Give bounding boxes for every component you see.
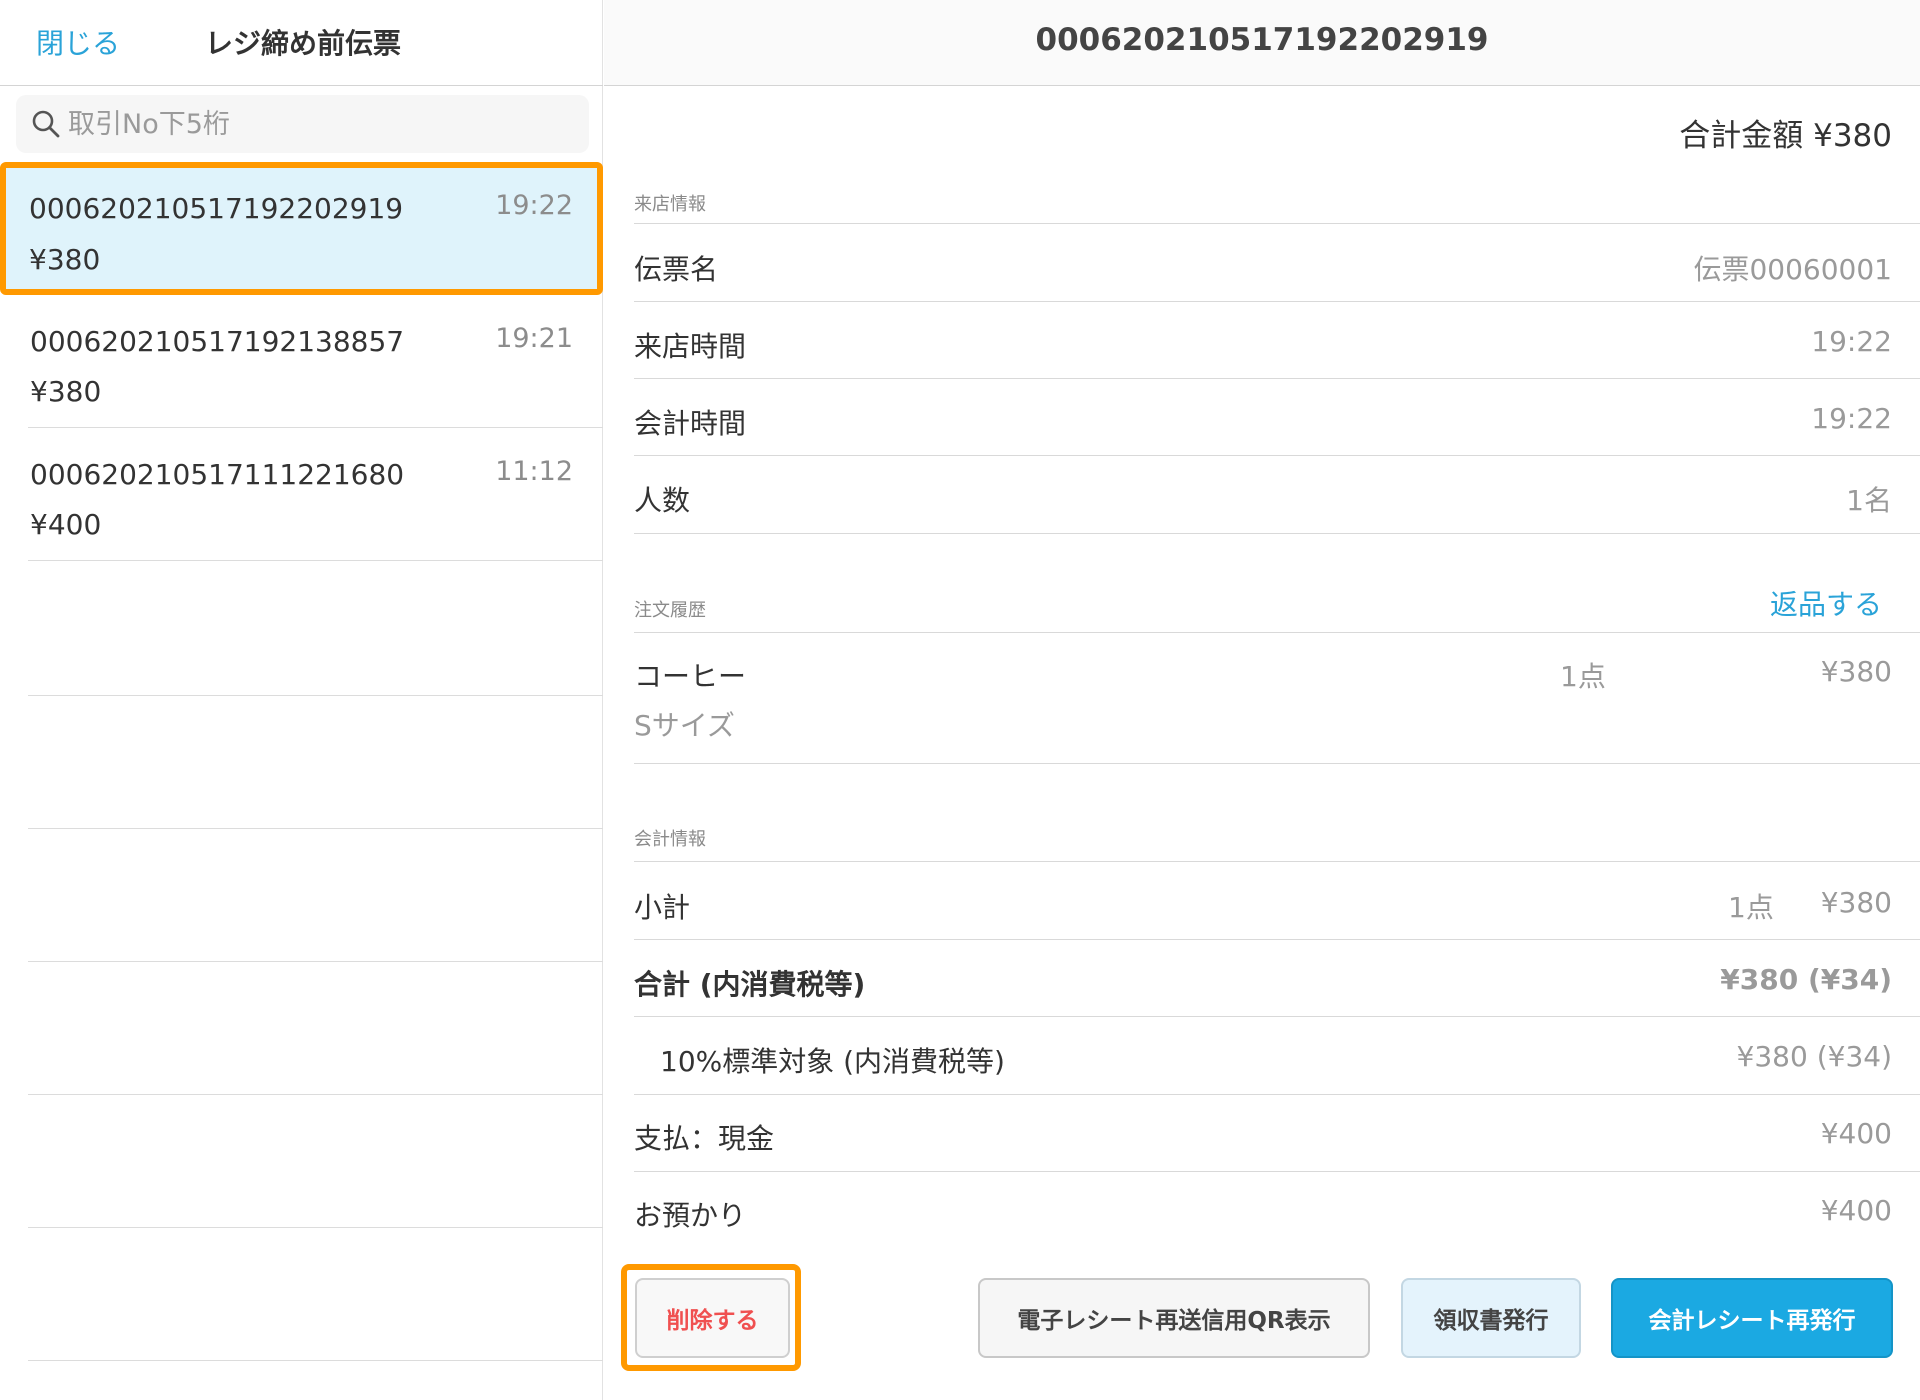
row-value-slip-name: 伝票00060001 xyxy=(1693,253,1892,286)
delete-button[interactable]: 削除する xyxy=(635,1278,790,1358)
reissue-receipt-button[interactable]: 会計レシート再発行 xyxy=(1611,1278,1893,1358)
subtotal-value: ¥380 xyxy=(1820,886,1892,919)
tax-value: ¥380 (¥34) xyxy=(1736,1040,1892,1073)
payment-value: ¥400 xyxy=(1820,1117,1892,1150)
slip-number: 000620210517192202919 xyxy=(29,192,404,225)
divider xyxy=(634,1171,1920,1172)
search-icon xyxy=(32,110,60,138)
order-item-qty: 1点 xyxy=(1560,660,1606,693)
slip-number: 000620210517111221680 xyxy=(30,458,405,491)
payment-label: 支払：現金 xyxy=(634,1122,775,1155)
tax-label: 10%標準対象 (内消費税等) xyxy=(660,1045,1005,1078)
row-label-checkout-time: 会計時間 xyxy=(634,407,747,440)
deposit-value: ¥400 xyxy=(1820,1194,1892,1227)
return-button[interactable]: 返品する xyxy=(1770,583,1882,623)
slip-list: 000620210517192202919 ¥380 19:22 0006202… xyxy=(0,162,603,561)
total-value: ¥380 (¥34) xyxy=(1720,963,1892,996)
detail-header: 000620210517192202919 xyxy=(604,0,1920,86)
slip-row[interactable]: 000620210517192138857 ¥380 19:21 xyxy=(28,295,603,428)
order-item-option: Sサイズ xyxy=(634,709,735,742)
row-label-slip-name: 伝票名 xyxy=(634,253,719,286)
close-button[interactable]: 閉じる xyxy=(36,22,120,62)
order-item-name: コーヒー xyxy=(634,660,747,693)
search-input[interactable] xyxy=(68,95,568,153)
divider xyxy=(634,533,1920,534)
search-box[interactable] xyxy=(16,95,589,153)
total-label: 合計 (内消費税等) xyxy=(634,968,866,1001)
order-item-price: ¥380 xyxy=(1820,655,1892,688)
empty-row xyxy=(28,696,603,829)
row-value-checkout-time: 19:22 xyxy=(1811,402,1892,435)
slip-amount: ¥400 xyxy=(30,508,102,541)
subtotal-qty: 1点 xyxy=(1728,891,1774,924)
divider xyxy=(634,378,1920,379)
slip-number: 000620210517192138857 xyxy=(30,325,405,358)
empty-row xyxy=(28,1228,603,1361)
panel-title: レジ締め前伝票 xyxy=(205,27,402,60)
left-header: 閉じる レジ締め前伝票 xyxy=(0,0,603,86)
row-value-guests: 1名 xyxy=(1846,484,1892,517)
slip-amount: ¥380 xyxy=(30,375,102,408)
row-label-guests: 人数 xyxy=(634,484,691,517)
divider xyxy=(634,939,1920,940)
slip-amount: ¥380 xyxy=(29,243,101,276)
empty-row xyxy=(28,563,603,696)
row-value-visit-time: 19:22 xyxy=(1811,325,1892,358)
row-label-visit-time: 来店時間 xyxy=(634,330,747,363)
slip-list-panel: 閉じる レジ締め前伝票 000620210517192202919 ¥380 1… xyxy=(0,0,603,1400)
empty-row xyxy=(28,962,603,1095)
divider xyxy=(634,223,1920,224)
slip-time: 19:21 xyxy=(495,323,573,354)
divider xyxy=(634,455,1920,456)
detail-title: 000620210517192202919 xyxy=(1035,22,1489,58)
total-amount: 合計金額 ¥380 xyxy=(1679,118,1892,154)
empty-row xyxy=(28,829,603,962)
section-label-visit: 来店情報 xyxy=(634,194,706,215)
divider xyxy=(634,301,1920,302)
empty-list-rows xyxy=(28,563,603,1361)
subtotal-label: 小計 xyxy=(634,891,691,924)
slip-time: 11:12 xyxy=(495,456,573,487)
section-label-payment: 会計情報 xyxy=(634,829,706,850)
divider xyxy=(634,1016,1920,1017)
slip-row[interactable]: 000620210517111221680 ¥400 11:12 xyxy=(28,428,603,561)
divider xyxy=(634,763,1920,764)
slip-row-selected[interactable]: 000620210517192202919 ¥380 19:22 xyxy=(0,162,603,295)
issue-receipt-button[interactable]: 領収書発行 xyxy=(1401,1278,1581,1358)
divider xyxy=(634,861,1920,862)
deposit-label: お預かり xyxy=(634,1199,747,1232)
slip-time: 19:22 xyxy=(495,190,573,221)
empty-row xyxy=(28,1095,603,1228)
slip-detail-panel: 000620210517192202919 合計金額 ¥380 来店情報 伝票名… xyxy=(604,0,1920,1400)
show-qr-button[interactable]: 電子レシート再送信用QR表示 xyxy=(978,1278,1370,1358)
divider xyxy=(634,632,1920,633)
section-label-order: 注文履歴 xyxy=(634,600,706,621)
divider xyxy=(634,1094,1920,1095)
